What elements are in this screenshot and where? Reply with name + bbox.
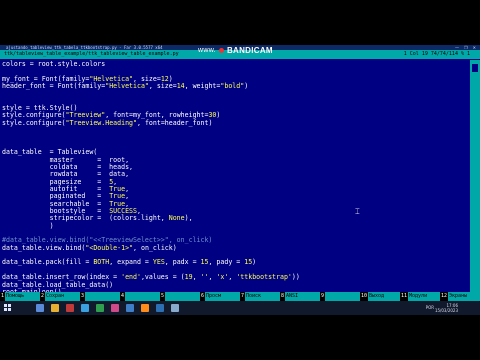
taskbar-app-icon[interactable] (51, 304, 59, 312)
taskbar-app-icon[interactable] (96, 304, 104, 312)
taskbar-app-icon[interactable] (126, 304, 134, 312)
record-icon (218, 48, 224, 53)
recorder-name: BANDICAM (226, 46, 273, 55)
function-key[interactable]: 3 (80, 292, 120, 301)
function-key-label: ANSI (285, 292, 320, 301)
function-key-label (85, 292, 120, 301)
function-key[interactable]: 7 Поиск (240, 292, 280, 301)
code-line: ) (2, 221, 54, 230)
function-key-label: Просм (205, 292, 240, 301)
function-key[interactable]: 1 Помощь (0, 292, 40, 301)
function-key-label: Выход (368, 292, 400, 301)
windows-taskbar: POR 17:06 15/03/2023 (0, 301, 480, 315)
code-editor[interactable]: colors = root.style.colors my_font = Font… (0, 60, 470, 296)
function-key[interactable]: 12 Экраны (440, 292, 480, 301)
function-key[interactable]: 11 Модули (400, 292, 440, 301)
code-line: data_table.view.bind("<Double-1>", on_cl… (2, 243, 177, 252)
function-key[interactable]: 6 Просм (200, 292, 240, 301)
code-line: colors = root.style.colors (2, 60, 106, 68)
function-key[interactable]: 8 ANSI (280, 292, 320, 301)
clock-date: 15/03/2023 (434, 308, 458, 313)
language-indicator[interactable]: POR (426, 305, 434, 310)
function-key-label (325, 292, 360, 301)
file-path: ttk/tableview_table_example/ttk_tablevie… (4, 51, 179, 57)
scroll-thumb[interactable] (472, 64, 478, 72)
taskbar-app-icon[interactable] (81, 304, 89, 312)
editor-scrollbar[interactable] (470, 60, 480, 295)
function-key-number: 11 (401, 293, 408, 299)
code-line: header_font = Font(family="Helvetica", s… (2, 82, 249, 91)
taskbar-app-icon[interactable] (141, 304, 149, 312)
cursor-position: 1 Col 19 74/74/114 % 1 (403, 51, 470, 57)
function-key-label: Поиск (245, 292, 280, 301)
system-clock[interactable]: 17:06 15/03/2023 (435, 303, 458, 313)
function-key-label (165, 292, 200, 301)
function-key-label: Помощь (5, 292, 40, 301)
taskbar-app-icon[interactable] (156, 304, 164, 312)
function-key-number: 10 (361, 293, 368, 299)
code-line: data_table.pack(fill = BOTH, expand = YE… (2, 258, 257, 267)
recorder-url: www. (198, 47, 216, 54)
function-key[interactable]: 5 (160, 292, 200, 301)
function-key[interactable]: 9 (320, 292, 360, 301)
mouse-cursor-icon: ⌶ (355, 207, 360, 216)
taskbar-app-icon[interactable] (36, 304, 44, 312)
function-key-bar: 1 Помощь 2 Сохран 3 4 5 6 Просм 7 Поиск 8 ANSI 9 10 Вых… (0, 292, 480, 301)
code-line: style.configure("Treeview.Heading", font… (2, 118, 213, 127)
function-key[interactable]: 10 Выход (360, 292, 400, 301)
start-icon[interactable] (4, 304, 11, 311)
function-key-label: Модули (408, 292, 440, 301)
function-key-label: Экраны (448, 292, 480, 301)
screen-frame: ajustando_tableview_ttk_tabela_ttkbootst… (0, 45, 480, 315)
taskbar-app-icon[interactable] (171, 304, 179, 312)
function-key-label: Сохран (45, 292, 80, 301)
function-key[interactable]: 2 Сохран (40, 292, 80, 301)
function-key-label (125, 292, 160, 301)
function-key[interactable]: 4 (120, 292, 160, 301)
taskbar-app-icon[interactable] (111, 304, 119, 312)
taskbar-app-icon[interactable] (66, 304, 74, 312)
recorder-watermark: www. BANDICAM (198, 46, 273, 55)
function-key-number: 12 (441, 293, 448, 299)
